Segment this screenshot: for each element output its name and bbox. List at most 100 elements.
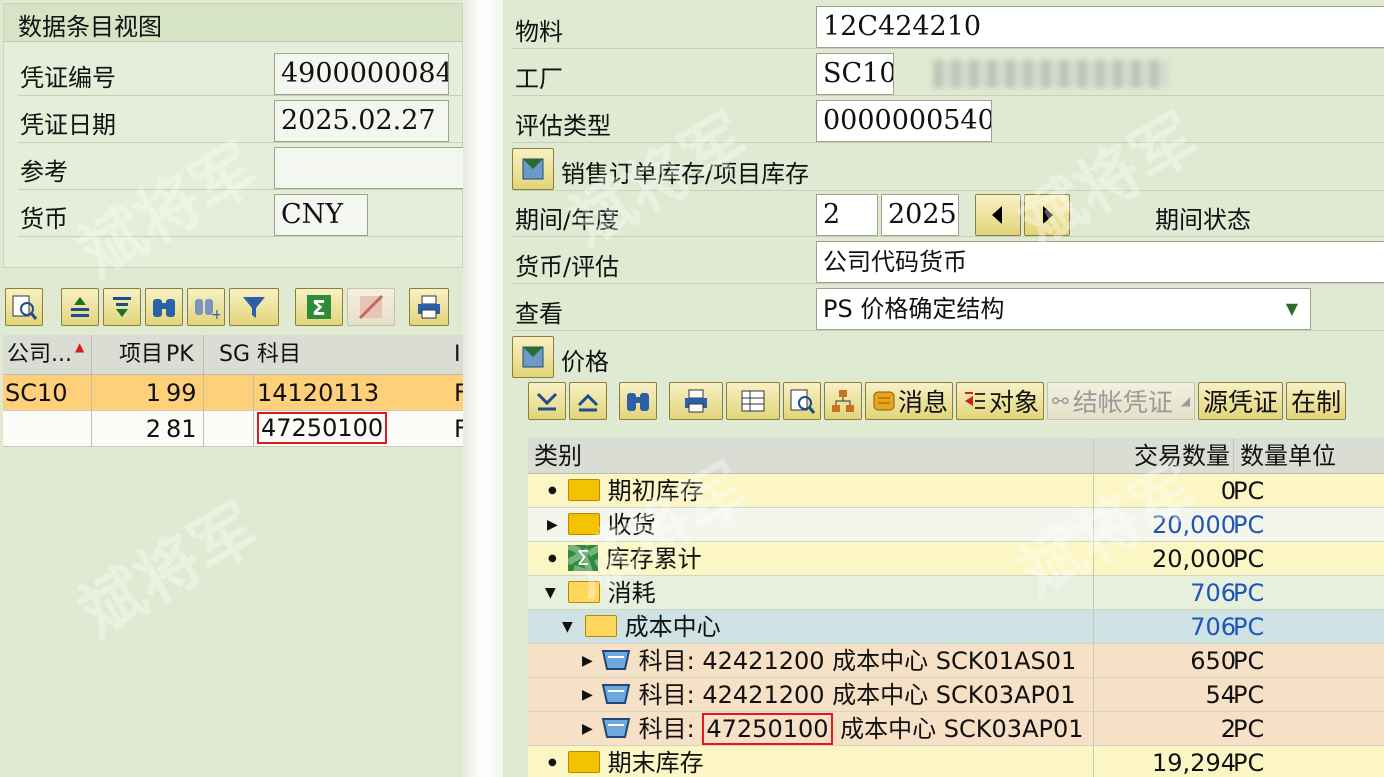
year-field[interactable]: 2025 [881,194,959,236]
col-pk[interactable]: PK [166,335,194,374]
triangle-right-icon [1043,206,1053,224]
expand-arrow-icon[interactable]: ▶ [582,712,593,746]
currency-label: 货币 [20,205,68,233]
valuation-type-label: 评估类型 [515,112,611,140]
divider [511,236,1384,237]
sigma-icon: Σ [568,545,598,571]
col-sep [203,411,204,446]
tree-row-closing-stock[interactable]: ● 期末库存 19,294 PC [528,746,1384,777]
cell-item: 1 [145,379,161,407]
collapse-arrow-icon[interactable]: ▼ [545,576,556,610]
leaf-bullet-icon: ● [548,485,557,496]
more-button[interactable]: 在制 [1286,382,1347,420]
divider [511,142,1384,143]
tree-row-consumption[interactable]: ▼ 消耗 706 PC [528,576,1384,610]
divider [18,142,463,143]
grid-layout-icon [741,390,765,412]
unit-value: PC [1233,715,1265,743]
node-label: 期初库存 [607,477,704,505]
doc-date-field[interactable]: 2025.02.27 [274,100,449,142]
table-row[interactable]: SC10 1 99 14120113 F [3,375,463,411]
previous-period-button[interactable] [975,194,1021,236]
sort-ascending-button[interactable] [61,288,99,326]
collapse-all-icon [577,393,599,412]
qty-value: 20,000 [1152,511,1236,539]
next-period-button[interactable] [1024,194,1070,236]
reference-field[interactable] [274,147,463,189]
tree-row-opening-stock[interactable]: ● 期初库存 0 PC [528,474,1384,508]
doc-number-field[interactable]: 4900000084 [274,53,449,95]
view-label: 查看 [515,300,563,328]
folder-icon [568,479,600,501]
reference-label: 参考 [20,158,68,186]
collapse-all-button[interactable] [569,382,607,420]
tree-row-cumulative-stock[interactable]: ● Σ 库存累计 20,000 PC [528,542,1384,576]
period-field[interactable]: 2 [816,194,878,236]
expand-arrow-icon[interactable]: ▶ [582,644,593,678]
expand-arrow-icon[interactable]: ▶ [547,508,558,542]
sort-descending-button[interactable] [103,288,141,326]
currency-field[interactable]: CNY [274,194,368,236]
col-company[interactable]: 公司... [7,335,72,374]
col-quantity[interactable]: 交易数量 [1090,438,1230,474]
grid-toolbar: + Σ [5,288,449,326]
tree-row-account-2[interactable]: ▶ 科目: 42421200 成本中心 SCK03AP01 54 PC [528,678,1384,712]
plant-field[interactable]: SC10 [816,53,894,95]
col-extra[interactable]: I [454,335,461,374]
splitter[interactable] [463,0,503,777]
tree-row-account-1[interactable]: ▶ 科目: 42421200 成本中心 SCK01AS01 650 PC [528,644,1384,678]
table-row[interactable]: 2 81 47250100 F [3,411,463,447]
divider [511,283,1384,284]
details-button[interactable] [783,382,821,420]
sum-button[interactable]: Σ [295,288,343,326]
qty-value: 19,294 [1152,749,1236,777]
find-button[interactable] [145,288,183,326]
hierarchy-button[interactable] [824,382,862,420]
tree-row-cost-center[interactable]: ▼ 成本中心 706 PC [528,610,1384,644]
find-button[interactable] [619,382,657,420]
closing-document-label: 结帐凭证 [1072,388,1173,417]
cell-extra: F [454,415,463,443]
valuation-type-field[interactable]: 0000000540 [816,100,992,142]
messages-button[interactable]: 消息 [865,382,954,420]
find-next-button[interactable]: + [187,288,225,326]
view-select[interactable]: PS 价格确定结构 ▼ [816,288,1311,330]
document-entry-pane: 数据条目视图 凭证编号 4900000084 凭证日期 2025.02.27 参… [0,0,463,777]
material-field[interactable]: 12C424210 [816,6,1384,48]
print-button[interactable] [409,288,449,326]
tree-toolbar: 消息 对象 ⚯ 结帐凭证 ◢ 源凭证 在制 [528,382,1347,420]
account-number: 42421200 [702,681,825,709]
col-sep [253,375,254,410]
section-title: 数据条目视图 [18,13,162,41]
closing-document-button[interactable]: ⚯ 结帐凭证 ◢ [1047,382,1196,420]
col-account[interactable]: 科目 [257,335,301,374]
currency-valuation-field[interactable]: 公司代码货币 [816,241,1384,283]
col-category[interactable]: 类别 [534,438,582,474]
print-button[interactable] [669,382,723,420]
cell-pk: 99 [166,379,197,407]
expand-price-button[interactable] [512,336,554,378]
sort-descending-icon [113,297,131,317]
highlight-box: 47250100 [257,412,388,444]
layout-button[interactable] [726,382,780,420]
col-unit[interactable]: 数量单位 [1240,438,1336,474]
object-label: 对象 [989,388,1040,417]
expand-all-button[interactable] [528,382,566,420]
cell-item: 2 [145,415,161,443]
collapse-arrow-icon[interactable]: ▼ [562,610,573,644]
expand-arrow-icon[interactable]: ▶ [582,678,593,712]
folder-open-icon [568,581,600,603]
col-sg[interactable]: SG [219,335,250,374]
filter-button[interactable] [229,288,279,326]
subtotal-button[interactable] [347,288,395,326]
source-document-button[interactable]: 源凭证 [1198,382,1284,420]
tree-row-account-3[interactable]: ▶ 科目: 47250100 成本中心 SCK03AP01 2 PC [528,712,1384,746]
tree-row-goods-receipt[interactable]: ▶ 收货 20,000 PC [528,508,1384,542]
expand-sales-stock-button[interactable] [512,148,554,190]
object-button[interactable]: 对象 [956,382,1045,420]
node-label: 收货 [607,511,656,539]
collapse-section-icon [522,158,544,180]
details-button[interactable] [5,288,43,326]
col-item[interactable]: 项目 [106,335,163,374]
qty-value: 2 [1220,715,1236,743]
